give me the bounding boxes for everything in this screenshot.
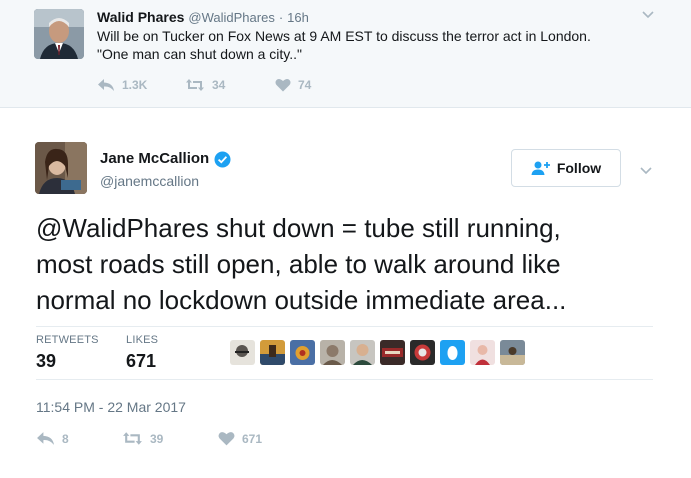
retweet-icon — [186, 79, 204, 91]
heart-icon — [275, 79, 291, 92]
parent-retweet-button[interactable]: 34 — [185, 78, 275, 92]
tweet-actions: 8 39 671 — [36, 431, 262, 446]
tweet-text-line: normal no lockdown outside immediate are… — [36, 285, 567, 315]
parent-reply-count: 1.3K — [122, 78, 148, 92]
author-avatar[interactable] — [35, 142, 87, 194]
reply-count: 8 — [62, 431, 69, 446]
chevron-down-icon[interactable] — [640, 6, 656, 22]
follow-button-label: Follow — [556, 160, 602, 176]
tweet-text-line: most roads still open, able to walk arou… — [36, 249, 561, 279]
retweet-icon — [123, 432, 142, 445]
liker-avatar[interactable] — [230, 340, 255, 365]
verified-badge-icon — [214, 151, 231, 167]
like-button[interactable]: 671 — [218, 431, 262, 446]
parent-like-button[interactable]: 74 — [275, 78, 311, 92]
parent-tweet-actions: 1.3K 34 74 — [97, 78, 311, 92]
liker-avatar[interactable] — [350, 340, 375, 365]
parent-tweet-time[interactable]: 16h — [287, 10, 309, 25]
author-handle[interactable]: @janemccallion — [100, 172, 199, 190]
liker-avatar[interactable] — [320, 340, 345, 365]
liker-avatar[interactable] — [470, 340, 495, 365]
liker-avatar[interactable] — [410, 340, 435, 365]
parent-tweet[interactable]: Walid Phares @WalidPhares · 16h Will be on … — [0, 0, 691, 108]
liker-avatar[interactable] — [380, 340, 405, 365]
follow-button[interactable]: Follow — [511, 149, 621, 187]
retweet-button[interactable]: 39 — [122, 431, 218, 446]
parent-tweet-text-line: "One man can shut down a city.." — [97, 46, 303, 62]
retweets-stat[interactable]: RETWEETS 39 — [36, 334, 99, 372]
like-count: 671 — [242, 431, 263, 446]
liker-avatar[interactable] — [260, 340, 285, 365]
author-name-row: Jane McCallion — [100, 150, 231, 168]
retweet-count: 39 — [150, 431, 164, 446]
liker-avatar[interactable] — [290, 340, 315, 365]
parent-tweet-text-line: Will be on Tucker on Fox News at 9 AM ES… — [97, 28, 591, 44]
parent-tweet-text: Will be on Tucker on Fox News at 9 AM ES… — [97, 27, 667, 63]
likes-label: LIKES — [126, 334, 159, 346]
parent-reply-button[interactable]: 1.3K — [97, 78, 185, 92]
author-name[interactable]: Jane McCallion — [100, 150, 209, 168]
chevron-down-icon[interactable] — [638, 162, 654, 178]
tweet-timestamp[interactable]: 11:54 PM - 22 Mar 2017 — [36, 398, 186, 416]
likes-stat[interactable]: LIKES 671 — [126, 334, 158, 372]
tweet-text: @WalidPhares shut down = tube still runn… — [36, 210, 676, 318]
divider — [36, 379, 653, 380]
divider — [36, 326, 653, 327]
liker-avatars — [230, 340, 530, 365]
retweets-label: RETWEETS — [36, 334, 99, 346]
follow-person-plus-icon — [531, 161, 550, 175]
reply-icon — [98, 79, 114, 91]
liker-avatar[interactable] — [440, 340, 465, 365]
liker-avatar[interactable] — [500, 340, 525, 365]
parent-author-avatar[interactable] — [34, 9, 84, 59]
parent-author-name[interactable]: Walid Phares — [97, 9, 184, 25]
separator-dot: · — [278, 10, 284, 25]
reply-icon — [37, 432, 54, 445]
reply-button[interactable]: 8 — [36, 431, 122, 446]
heart-icon — [218, 432, 235, 446]
parent-author-handle[interactable]: @WalidPhares — [188, 10, 274, 25]
parent-retweet-count: 34 — [212, 78, 226, 92]
parent-like-count: 74 — [298, 78, 312, 92]
likes-value: 671 — [126, 351, 157, 371]
parent-tweet-header: Walid Phares @WalidPhares · 16h — [97, 8, 309, 27]
retweets-value: 39 — [36, 351, 57, 371]
tweet-text-line: @WalidPhares shut down = tube still runn… — [36, 213, 561, 243]
